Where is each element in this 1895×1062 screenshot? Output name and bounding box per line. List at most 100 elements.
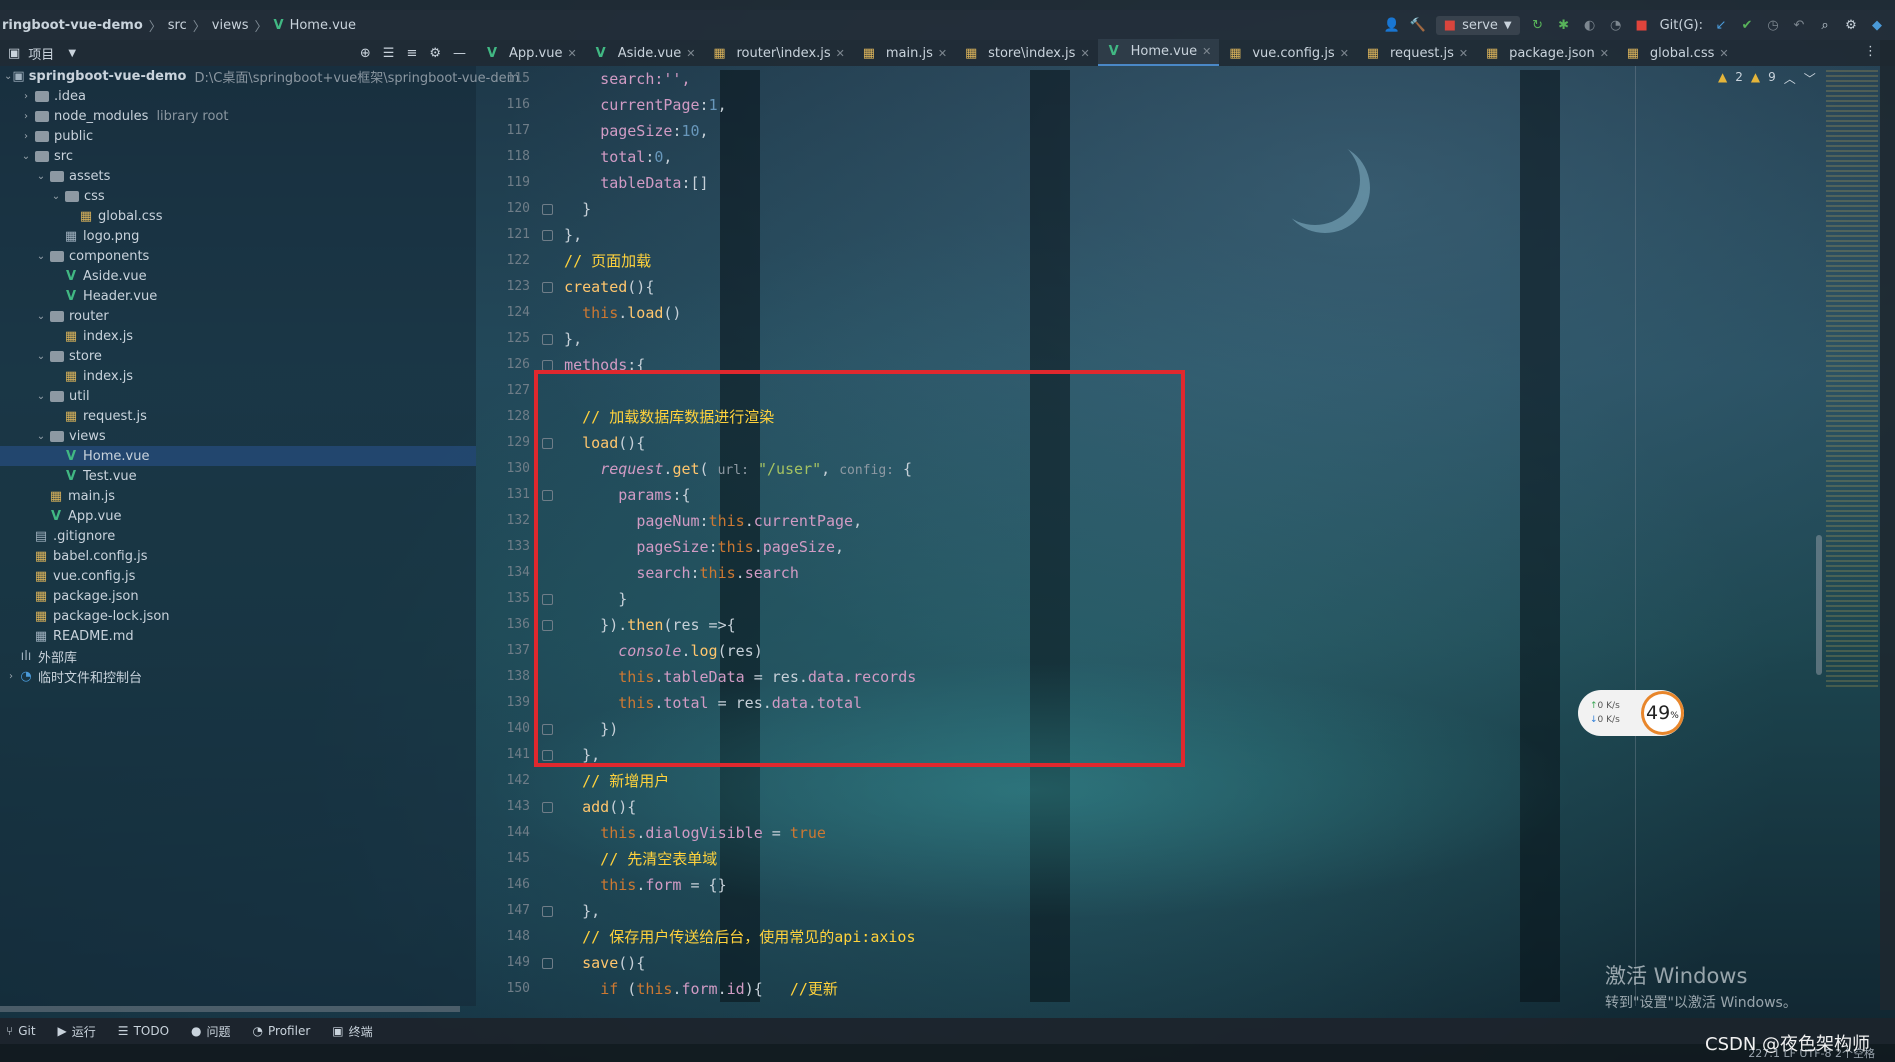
tree-item[interactable]: ▦ global.css xyxy=(0,206,476,226)
tree-item[interactable]: ▦ request.js xyxy=(0,406,476,426)
tree-item[interactable]: ▦ README.md xyxy=(0,626,476,646)
close-icon[interactable]: ✕ xyxy=(938,47,947,60)
tree-item[interactable]: ⌄ ▣ springboot-vue-demo D:\C桌面\springboot+v… xyxy=(0,66,519,86)
chevron-right-icon[interactable]: › xyxy=(19,91,33,102)
close-icon[interactable]: ✕ xyxy=(1080,47,1089,60)
plugin-icon[interactable]: ◆ xyxy=(1869,17,1885,33)
tree-item[interactable]: ▦ vue.config.js xyxy=(0,566,476,586)
editor-tab[interactable]: ▦ router\index.js ✕ xyxy=(704,41,853,66)
tree-item[interactable]: V Header.vue xyxy=(0,286,476,306)
editor-tab[interactable]: V Aside.vue ✕ xyxy=(585,41,704,66)
editor-tab[interactable]: ▦ global.css ✕ xyxy=(1617,41,1737,66)
horizontal-scrollbar[interactable] xyxy=(0,1006,460,1012)
tree-item[interactable]: ▦ babel.config.js xyxy=(0,546,476,566)
chevron-down-icon[interactable]: ⌄ xyxy=(49,191,63,202)
network-speed-widget[interactable]: ↑0 K/s ↓0 K/s 49% xyxy=(1578,690,1684,736)
profile-icon[interactable]: ◔ xyxy=(1608,17,1624,33)
editor-tab[interactable]: ▦ request.js ✕ xyxy=(1357,41,1476,66)
gear-icon[interactable]: ⚙ xyxy=(429,46,441,61)
chevron-down-icon[interactable]: ⌄ xyxy=(34,391,48,402)
breadcrumb-file[interactable]: Home.vue xyxy=(290,18,356,33)
editor-tab[interactable]: V Home.vue ✕ xyxy=(1097,39,1220,66)
chevron-down-icon[interactable]: ⌄ xyxy=(34,351,48,362)
chevron-down-icon[interactable]: ▼ xyxy=(68,48,76,59)
editor-tab[interactable]: ▦ vue.config.js ✕ xyxy=(1219,41,1357,66)
history-icon[interactable]: ◷ xyxy=(1765,17,1781,33)
git-update-icon[interactable]: ↙ xyxy=(1713,17,1729,33)
tree-item[interactable]: › node_modules library root xyxy=(0,106,476,126)
tool-window-button[interactable]: ▶ 运行 xyxy=(58,1023,96,1040)
editor-tab[interactable]: V App.vue ✕ xyxy=(476,41,585,66)
tool-window-button[interactable]: ☰ TODO xyxy=(118,1024,169,1038)
tree-item[interactable]: ⌄ components xyxy=(0,246,476,266)
breadcrumb-src[interactable]: src xyxy=(168,18,187,33)
tree-item[interactable]: ⌄ views xyxy=(0,426,476,446)
editor-tab[interactable]: ▦ store\index.js ✕ xyxy=(955,41,1098,66)
tree-item[interactable]: › .idea xyxy=(0,86,476,106)
vertical-scrollbar[interactable] xyxy=(1816,535,1822,675)
close-icon[interactable]: ✕ xyxy=(836,47,845,60)
locate-icon[interactable]: ⊕ xyxy=(360,46,371,61)
chevron-right-icon[interactable]: › xyxy=(19,111,33,122)
git-commit-icon[interactable]: ✔ xyxy=(1739,17,1755,33)
tree-item[interactable]: V Aside.vue xyxy=(0,266,476,286)
tool-window-button[interactable]: ▣ 终端 xyxy=(332,1023,372,1040)
editor-tab[interactable]: ▦ main.js ✕ xyxy=(853,41,955,66)
tree-item[interactable]: ⌄ src xyxy=(0,146,476,166)
editor-tab[interactable]: ▦ package.json ✕ xyxy=(1476,41,1617,66)
breadcrumb-project[interactable]: ringboot-vue-demo xyxy=(2,18,143,33)
minimize-icon[interactable]: — xyxy=(453,46,466,61)
chevron-right-icon[interactable]: › xyxy=(19,131,33,142)
close-icon[interactable]: ✕ xyxy=(567,47,576,60)
tree-item[interactable]: › public xyxy=(0,126,476,146)
close-icon[interactable]: ✕ xyxy=(1202,45,1211,58)
chevron-down-icon[interactable]: ⌄ xyxy=(34,431,48,442)
tree-item[interactable]: ▦ index.js xyxy=(0,326,476,346)
search-icon[interactable]: ⌕ xyxy=(1817,17,1833,33)
chevron-up-icon[interactable]: ︿ xyxy=(1784,70,1796,87)
tree-item[interactable]: V Home.vue xyxy=(0,446,476,466)
tree-item[interactable]: V App.vue xyxy=(0,506,476,526)
tree-item[interactable]: ⌄ css xyxy=(0,186,476,206)
close-icon[interactable]: ✕ xyxy=(1600,47,1609,60)
close-icon[interactable]: ✕ xyxy=(1340,47,1349,60)
project-panel-title[interactable]: 项目 xyxy=(28,44,54,63)
tool-window-button[interactable]: ⑂ Git xyxy=(6,1024,36,1038)
user-icon[interactable]: 👤 xyxy=(1384,17,1400,33)
tool-window-button[interactable]: ● 问题 xyxy=(191,1023,231,1040)
gear-icon[interactable]: ⚙ xyxy=(1843,17,1859,33)
tree-item[interactable]: ▦ main.js xyxy=(0,486,476,506)
chevron-down-icon[interactable]: ⌄ xyxy=(19,151,33,162)
chevron-down-icon[interactable]: ﹀ xyxy=(1804,70,1816,87)
tree-item[interactable]: › ◔ 临时文件和控制台 xyxy=(0,666,476,686)
inspection-widget[interactable]: ▲ 2 ▲ 9 ︿ ﹀ xyxy=(1718,70,1816,87)
chevron-down-icon[interactable]: ⌄ xyxy=(34,311,48,322)
chevron-down-icon[interactable]: ⌄ xyxy=(34,171,48,182)
stop-icon[interactable]: ■ xyxy=(1634,17,1650,33)
breadcrumb-views[interactable]: views xyxy=(212,18,249,33)
code-minimap[interactable] xyxy=(1826,70,1878,690)
tree-item[interactable]: ▤ .gitignore xyxy=(0,526,476,546)
rollback-icon[interactable]: ↶ xyxy=(1791,17,1807,33)
tree-item[interactable]: ▦ package-lock.json xyxy=(0,606,476,626)
debug-icon[interactable]: ✱ xyxy=(1556,17,1572,33)
close-icon[interactable]: ✕ xyxy=(686,47,695,60)
coverage-icon[interactable]: ◐ xyxy=(1582,17,1598,33)
rerun-icon[interactable]: ↻ xyxy=(1530,17,1546,33)
tree-item[interactable]: ▦ index.js xyxy=(0,366,476,386)
tree-item[interactable]: ⌄ assets xyxy=(0,166,476,186)
close-icon[interactable]: ✕ xyxy=(1459,47,1468,60)
build-hammer-icon[interactable]: 🔨 xyxy=(1410,17,1426,33)
chevron-down-icon[interactable]: ⌄ xyxy=(4,71,12,82)
tree-item[interactable]: ▦ logo.png xyxy=(0,226,476,246)
chevron-down-icon[interactable]: ⌄ xyxy=(34,251,48,262)
expand-all-icon[interactable]: ☰ xyxy=(383,46,395,61)
tool-window-button[interactable]: ◔ Profiler xyxy=(253,1024,311,1038)
chevron-right-icon[interactable]: › xyxy=(4,671,18,682)
tree-item[interactable]: ılı 外部库 xyxy=(0,646,476,666)
tree-item[interactable]: ⌄ store xyxy=(0,346,476,366)
more-icon[interactable]: ⋮ xyxy=(1864,44,1877,59)
tree-item[interactable]: V Test.vue xyxy=(0,466,476,486)
tree-item[interactable]: ⌄ router xyxy=(0,306,476,326)
close-icon[interactable]: ✕ xyxy=(1719,47,1728,60)
